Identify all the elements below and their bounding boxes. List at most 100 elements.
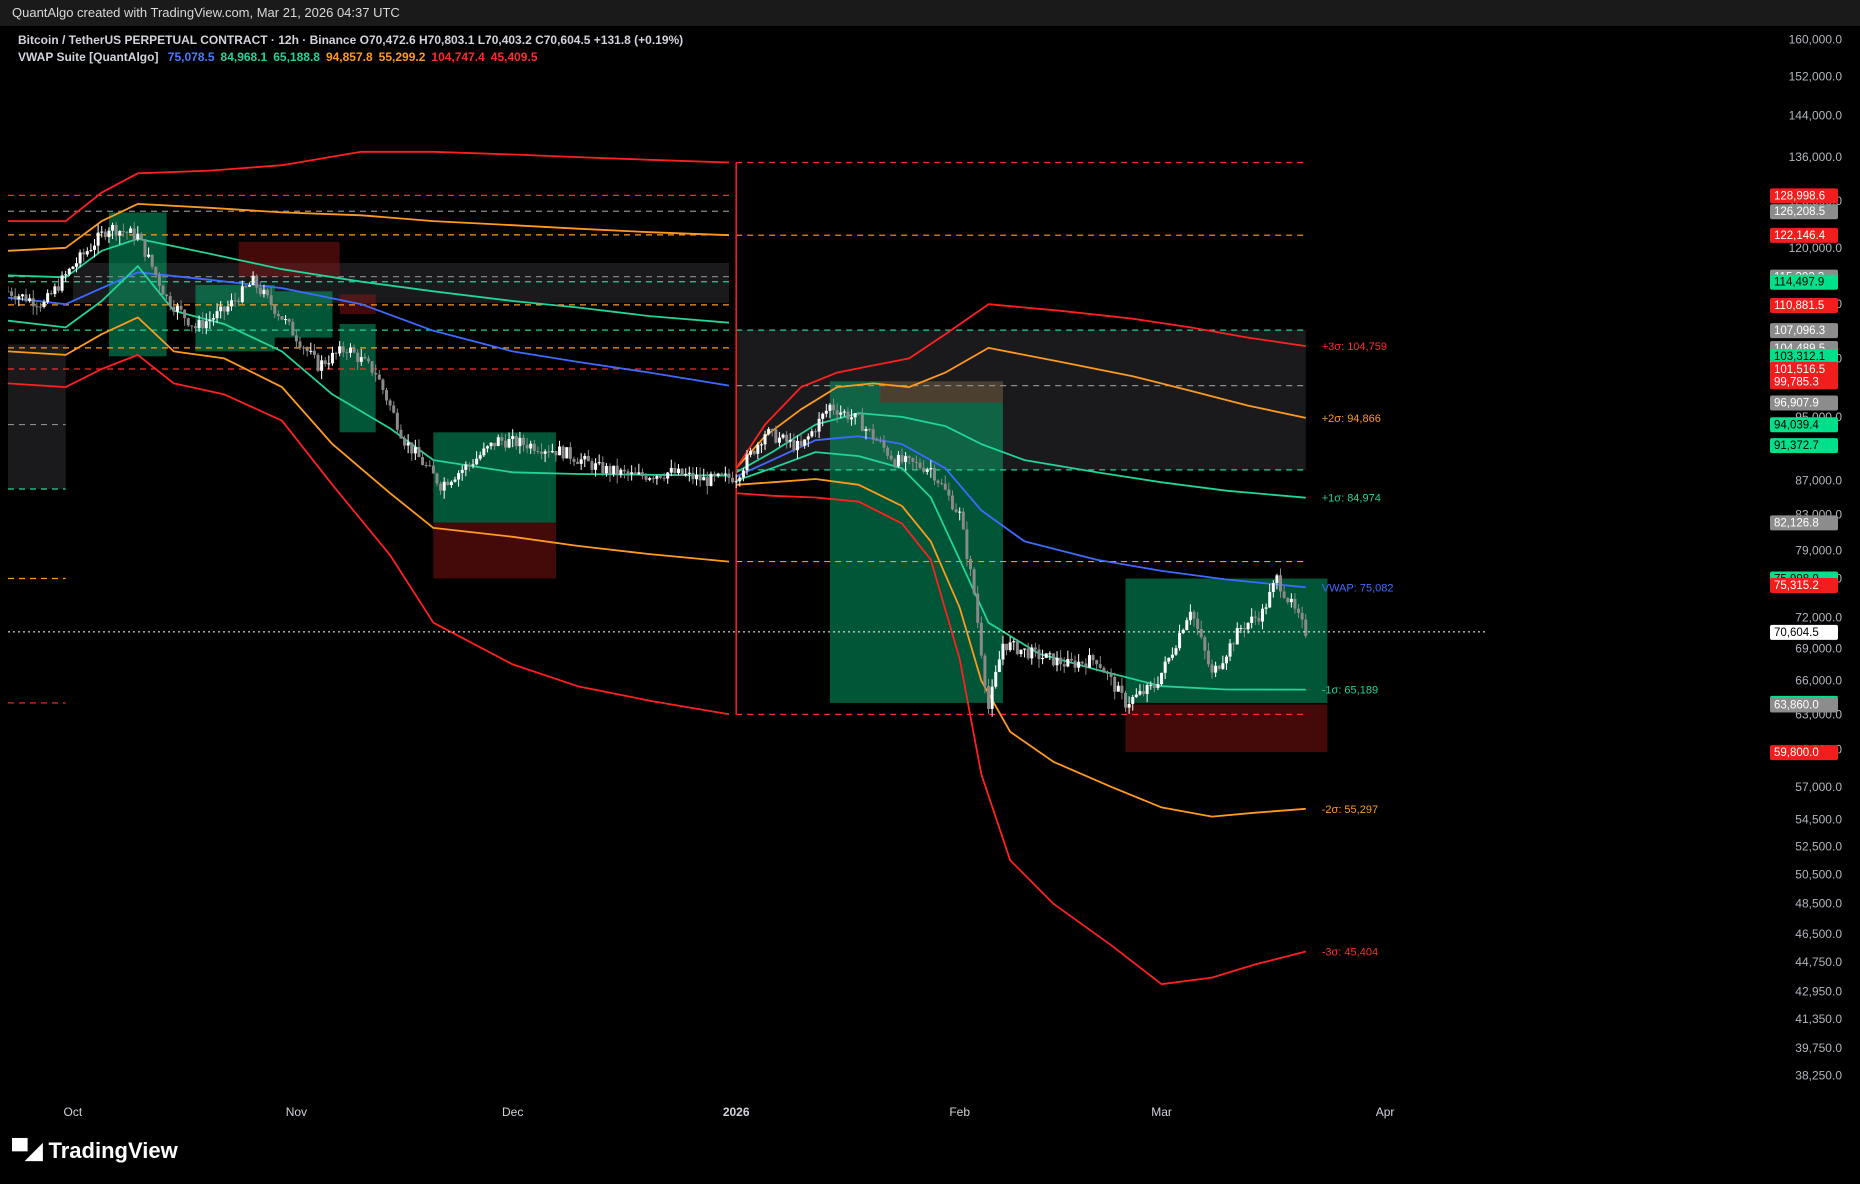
candle-body-300 xyxy=(1087,655,1091,668)
footer: ▀◢ TradingView xyxy=(0,1128,1860,1184)
price-chart[interactable]: +3σ: 104,759 +2σ: 94,866 +1σ: 84,974 VWAP: … xyxy=(8,26,1852,1128)
candle-body-335 xyxy=(1214,665,1218,673)
candle-body-289 xyxy=(1048,653,1052,655)
candle-body-248 xyxy=(900,454,904,463)
candle-body-299 xyxy=(1084,663,1088,668)
price-badge-0: 128,998.6 xyxy=(1774,190,1825,202)
candle-body-122 xyxy=(446,481,450,486)
price-badge-13: 94,039.4 xyxy=(1774,419,1819,431)
candle-body-171 xyxy=(622,469,626,472)
time-tick-2: Dec xyxy=(502,1105,523,1119)
indicator-value-6: 45,409.5 xyxy=(490,50,538,64)
candle-body-329 xyxy=(1192,611,1196,619)
band-label-4: -1σ: 65,189 xyxy=(1322,685,1378,697)
candle-body-316 xyxy=(1145,685,1149,694)
candle-body-235 xyxy=(853,413,857,418)
candle-body-183 xyxy=(666,472,670,479)
candle-body-74 xyxy=(273,305,277,314)
candle-body-246 xyxy=(893,459,897,467)
candle-body-356 xyxy=(1289,598,1293,603)
candle-body-69 xyxy=(255,275,259,288)
candle-body-185 xyxy=(673,467,677,474)
candle-body-180 xyxy=(655,476,659,479)
indicator-value-0: 75,078.5 xyxy=(167,50,215,64)
candle-body-254 xyxy=(922,467,926,472)
candle-body-51 xyxy=(190,325,194,327)
candle-body-8 xyxy=(35,306,39,308)
candle-body-358 xyxy=(1297,608,1301,614)
candle-body-209 xyxy=(759,444,763,446)
candle-body-286 xyxy=(1037,649,1041,660)
candle-body-217 xyxy=(788,439,792,442)
candle-body-187 xyxy=(680,468,684,476)
legend-indicator-row[interactable]: VWAP Suite [QuantAlgo] 75,078.5 84,968.1 6… xyxy=(18,49,683,66)
candle-body-308 xyxy=(1116,685,1120,692)
candle-body-135 xyxy=(493,442,497,446)
candle-body-310 xyxy=(1124,692,1128,708)
candle-body-234 xyxy=(850,417,854,420)
candle-body-186 xyxy=(677,468,681,474)
candle-body-224 xyxy=(813,431,817,433)
candle-body-24 xyxy=(93,245,97,250)
candle-body-65 xyxy=(240,286,244,303)
candle-body-143 xyxy=(521,437,525,445)
candle-body-4 xyxy=(20,294,24,297)
chart-pane[interactable]: +3σ: 104,759 +2σ: 94,866 +1σ: 84,974 VWAP: … xyxy=(8,26,1852,1128)
candle-body-307 xyxy=(1113,676,1117,692)
candle-body-266 xyxy=(965,529,969,560)
candle-body-296 xyxy=(1073,660,1077,668)
candle-body-191 xyxy=(695,474,699,480)
candle-body-108 xyxy=(395,412,399,430)
candle-body-216 xyxy=(785,434,789,442)
candle-body-226 xyxy=(821,413,825,419)
candle-body-177 xyxy=(644,476,648,480)
price-tick-18: 57,000.0 xyxy=(1795,780,1842,794)
candle-body-193 xyxy=(702,477,706,481)
candle-body-131 xyxy=(478,455,482,459)
time-axis[interactable]: Oct Nov Dec 2026 Feb Mar Apr xyxy=(64,1105,1395,1119)
candle-body-97 xyxy=(356,352,360,362)
candle-body-44 xyxy=(165,294,169,297)
candle-body-48 xyxy=(179,305,183,310)
candle-body-128 xyxy=(467,464,471,466)
candle-body-58 xyxy=(215,311,219,319)
candle-body-142 xyxy=(518,437,522,447)
candle-body-344 xyxy=(1246,622,1250,630)
candle-body-165 xyxy=(601,462,605,474)
candle-body-334 xyxy=(1210,664,1214,673)
price-tick-23: 46,500.0 xyxy=(1795,927,1842,941)
candle-body-126 xyxy=(460,469,464,474)
candle-body-333 xyxy=(1206,650,1210,665)
indicator-value-4: 55,299.2 xyxy=(378,50,426,64)
candle-body-176 xyxy=(640,472,644,477)
candle-body-205 xyxy=(745,454,749,471)
candle-body-43 xyxy=(161,285,165,295)
candle-body-243 xyxy=(882,440,886,448)
candle-body-265 xyxy=(961,511,965,530)
candle-body-70 xyxy=(258,287,262,295)
price-badge-1: 126,208.5 xyxy=(1774,206,1825,218)
candle-body-250 xyxy=(907,456,911,458)
candle-body-181 xyxy=(658,476,662,478)
candle-body-262 xyxy=(950,495,954,510)
candle-body-130 xyxy=(475,458,479,465)
candle-body-85 xyxy=(312,350,316,355)
candle-body-119 xyxy=(435,473,439,484)
candle-body-227 xyxy=(824,410,828,414)
candle-body-86 xyxy=(316,354,320,371)
candle-body-10 xyxy=(42,301,46,307)
zone-gray-0 xyxy=(8,344,66,489)
band-p3-seg-0 xyxy=(8,150,730,223)
tradingview-logo[interactable]: ▀◢ TradingView xyxy=(12,1138,178,1164)
candle-body-264 xyxy=(958,511,962,513)
candle-body-52 xyxy=(193,326,197,329)
candle-body-109 xyxy=(399,429,403,439)
candle-body-94 xyxy=(345,352,349,354)
candle-body-268 xyxy=(972,569,976,594)
zone-red-14 xyxy=(1125,704,1328,753)
candle-body-302 xyxy=(1095,660,1099,665)
candle-body-32 xyxy=(121,231,125,233)
candle-body-198 xyxy=(720,473,724,475)
legend-symbol-row[interactable]: Bitcoin / TetherUS PERPETUAL CONTRACT · … xyxy=(18,32,683,49)
candle-body-204 xyxy=(741,470,745,478)
